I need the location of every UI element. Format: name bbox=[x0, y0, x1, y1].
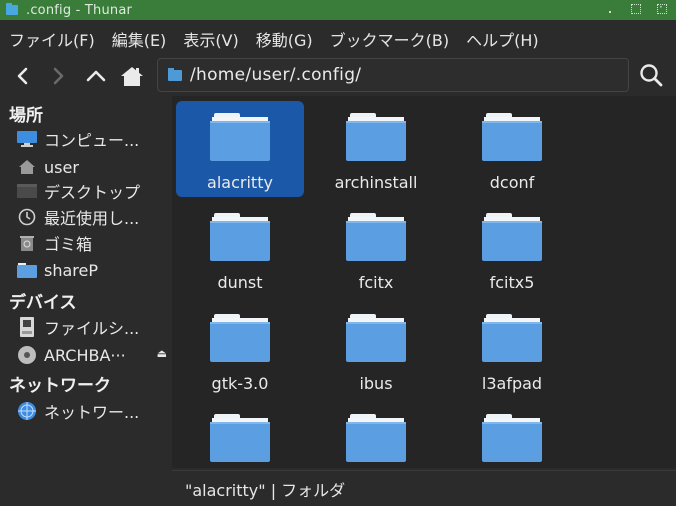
search-button[interactable] bbox=[636, 60, 666, 90]
file-name: l3afpad bbox=[481, 374, 543, 393]
sidebar-item-desktop[interactable]: デスクトップ bbox=[17, 179, 169, 203]
home-icon bbox=[17, 157, 37, 177]
menu-view[interactable]: 表示(V) bbox=[183, 27, 238, 51]
menu-bar: ファイル(F) 編集(E) 表示(V) 移動(G) ブックマーク(B) ヘルプ(… bbox=[0, 20, 676, 58]
folder-item[interactable] bbox=[176, 402, 304, 468]
chevron-right-icon bbox=[53, 67, 64, 85]
folder-icon bbox=[168, 67, 182, 81]
sidebar: 場所 コンピュー... user デスクトップ 最近使用し... ゴミ箱 sha bbox=[0, 96, 170, 506]
home-icon bbox=[121, 67, 143, 86]
menu-go[interactable]: 移動(G) bbox=[256, 27, 313, 51]
folder-icon bbox=[210, 109, 270, 161]
computer-icon bbox=[17, 129, 37, 149]
folder-icon bbox=[346, 410, 406, 462]
file-name: fcitx bbox=[358, 273, 394, 292]
folder-item[interactable]: dconf bbox=[448, 101, 576, 197]
folder-icon bbox=[6, 3, 18, 15]
folder-icon bbox=[482, 310, 542, 362]
status-bar: "alacritty" | フォルダ bbox=[172, 470, 676, 506]
minimize-button[interactable] bbox=[604, 3, 616, 15]
sidebar-item-sharep[interactable]: shareP bbox=[17, 258, 169, 282]
folder-icon bbox=[210, 209, 270, 261]
folder-item[interactable]: alacritty bbox=[176, 101, 304, 197]
desktop-icon bbox=[17, 181, 37, 201]
sidebar-item-trash[interactable]: ゴミ箱 bbox=[17, 231, 169, 255]
folder-item[interactable]: dunst bbox=[176, 201, 304, 297]
file-name: archinstall bbox=[334, 173, 418, 192]
folder-icon bbox=[482, 109, 542, 161]
network-icon bbox=[17, 401, 37, 421]
status-text: "alacritty" | フォルダ bbox=[185, 480, 346, 500]
folder-item[interactable]: l3afpad bbox=[448, 302, 576, 398]
folder-item[interactable]: fcitx bbox=[312, 201, 440, 297]
folder-icon bbox=[482, 410, 542, 462]
location-bar[interactable]: /home/user/.config/ bbox=[157, 58, 629, 92]
folder-item[interactable]: archinstall bbox=[312, 101, 440, 197]
eject-icon[interactable]: ⏏ bbox=[157, 347, 167, 360]
trash-icon bbox=[17, 233, 37, 253]
forward-button[interactable] bbox=[43, 61, 73, 91]
up-button[interactable] bbox=[81, 61, 111, 91]
sidebar-item-archba[interactable]: ARCHBA··· ⏏ bbox=[17, 343, 169, 367]
file-name: alacritty bbox=[207, 173, 273, 192]
folder-icon bbox=[346, 209, 406, 261]
sidebar-heading-devices: デバイス bbox=[9, 293, 77, 313]
file-name: fcitx5 bbox=[489, 273, 535, 292]
menu-edit[interactable]: 編集(E) bbox=[112, 27, 167, 51]
maximize-button[interactable] bbox=[630, 3, 642, 15]
folder-icon bbox=[346, 310, 406, 362]
folder-item[interactable]: gtk-3.0 bbox=[176, 302, 304, 398]
folder-icon bbox=[17, 260, 37, 280]
file-name: dunst bbox=[217, 273, 263, 292]
sidebar-item-user[interactable]: user bbox=[17, 155, 169, 179]
folder-item[interactable] bbox=[448, 402, 576, 468]
close-button[interactable] bbox=[656, 0, 668, 15]
file-name: gtk-3.0 bbox=[211, 374, 269, 393]
sidebar-item-network[interactable]: ネットワー... bbox=[17, 399, 169, 423]
file-view: alacritty archinstall dconf dunst fcitx … bbox=[172, 96, 676, 468]
sidebar-item-recent[interactable]: 最近使用し... bbox=[17, 205, 169, 229]
chevron-up-icon bbox=[86, 70, 106, 82]
chevron-left-icon bbox=[17, 67, 28, 85]
file-name: dconf bbox=[489, 173, 535, 192]
folder-icon bbox=[210, 410, 270, 462]
menu-file[interactable]: ファイル(F) bbox=[9, 27, 95, 51]
back-button[interactable] bbox=[8, 61, 38, 91]
folder-icon bbox=[482, 209, 542, 261]
folder-item[interactable] bbox=[312, 402, 440, 468]
folder-icon bbox=[346, 109, 406, 161]
home-button[interactable] bbox=[117, 61, 147, 91]
folder-item[interactable]: ibus bbox=[312, 302, 440, 398]
file-name: ibus bbox=[359, 374, 393, 393]
window-title: .config - Thunar bbox=[26, 2, 133, 18]
sidebar-heading-network: ネットワーク bbox=[9, 376, 111, 396]
sidebar-item-computer[interactable]: コンピュー... bbox=[17, 127, 169, 151]
title-bar: .config - Thunar bbox=[0, 0, 676, 20]
drive-icon bbox=[17, 317, 37, 337]
recent-icon bbox=[17, 207, 37, 227]
sidebar-item-filesystem[interactable]: ファイルシ... bbox=[17, 315, 169, 339]
sidebar-heading-places: 場所 bbox=[9, 106, 43, 126]
menu-help[interactable]: ヘルプ(H) bbox=[466, 27, 539, 51]
search-icon bbox=[640, 64, 663, 87]
toolbar: /home/user/.config/ bbox=[0, 58, 676, 94]
folder-icon bbox=[210, 310, 270, 362]
folder-item[interactable]: fcitx5 bbox=[448, 201, 576, 297]
location-path: /home/user/.config/ bbox=[190, 65, 362, 85]
menu-bookmarks[interactable]: ブックマーク(B) bbox=[330, 27, 449, 51]
disc-icon bbox=[17, 345, 37, 365]
window-controls bbox=[604, 0, 668, 15]
